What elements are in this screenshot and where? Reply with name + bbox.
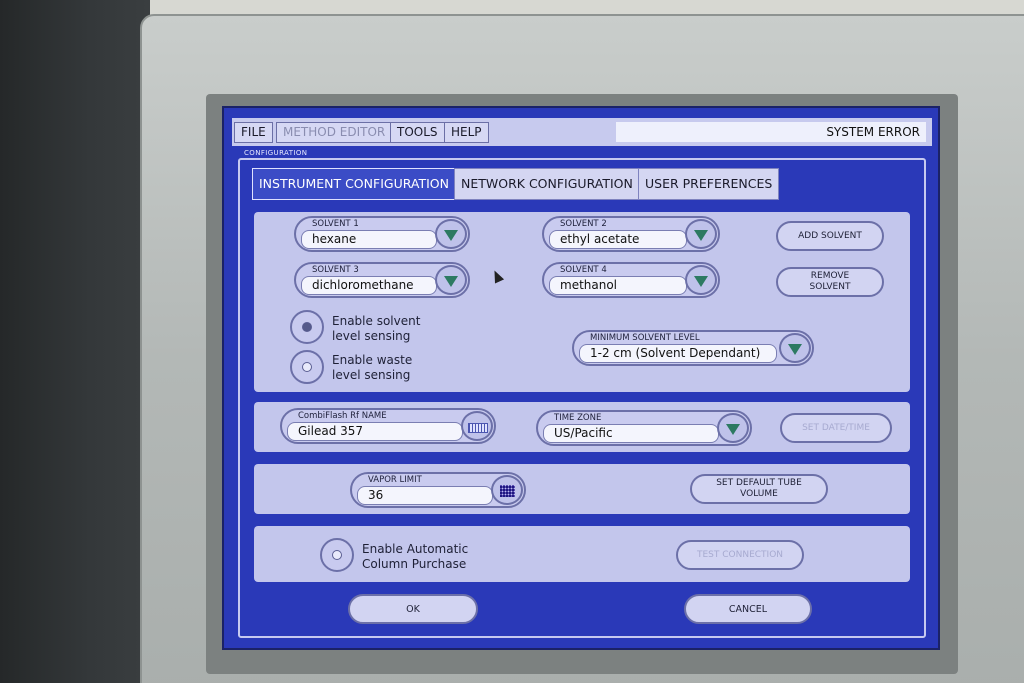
time-zone-dropdown[interactable]: TIME ZONE US/Pacific	[536, 410, 752, 446]
section-label: CONFIGURATION	[244, 149, 308, 157]
tab-user-preferences[interactable]: USER PREFERENCES	[638, 168, 780, 200]
chevron-down-icon	[726, 424, 740, 435]
chevron-down-icon	[694, 230, 708, 241]
solvent-4-dropdown[interactable]: SOLVENT 4 methanol	[542, 262, 720, 298]
solvent-2-arrow-button[interactable]	[685, 219, 717, 249]
solvent-4-value: methanol	[549, 276, 687, 295]
test-connection-button[interactable]: TEST CONNECTION	[676, 540, 804, 570]
time-zone-value: US/Pacific	[543, 424, 719, 443]
tab-instrument-configuration[interactable]: INSTRUMENT CONFIGURATION	[252, 168, 456, 200]
keyboard-icon	[468, 423, 488, 433]
time-zone-label: TIME ZONE	[554, 413, 602, 423]
solvent-sensing-radio[interactable]	[290, 310, 324, 344]
solvent-1-label: SOLVENT 1	[312, 219, 359, 229]
solvent-3-dropdown[interactable]: SOLVENT 3 dichloromethane	[294, 262, 470, 298]
remove-solvent-button[interactable]: REMOVE SOLVENT	[776, 267, 884, 297]
waste-sensing-label: Enable waste level sensing	[332, 353, 413, 382]
solvent-2-label: SOLVENT 2	[560, 219, 607, 229]
chevron-down-icon	[444, 276, 458, 287]
chevron-down-icon	[788, 344, 802, 355]
instrument-name-label: CombiFlash Rf NAME	[298, 411, 387, 421]
solvent-3-value: dichloromethane	[301, 276, 437, 295]
solvent-3-arrow-button[interactable]	[435, 265, 467, 295]
solvent-sensing-label: Enable solvent level sensing	[332, 314, 421, 343]
solvent-2-value: ethyl acetate	[549, 230, 687, 249]
min-solvent-level-label: MINIMUM SOLVENT LEVEL	[590, 333, 700, 343]
status-system-error: SYSTEM ERROR	[616, 122, 926, 142]
background-wall-left	[0, 0, 150, 683]
waste-sensing-radio[interactable]	[290, 350, 324, 384]
vapor-limit-field[interactable]: VAPOR LIMIT 36	[350, 472, 526, 508]
solvent-3-label: SOLVENT 3	[312, 265, 359, 275]
keyboard-button[interactable]	[461, 411, 493, 441]
vapor-limit-value: 36	[357, 486, 493, 505]
time-zone-arrow-button[interactable]	[717, 413, 749, 443]
solvent-4-label: SOLVENT 4	[560, 265, 607, 275]
min-solvent-level-arrow-button[interactable]	[779, 333, 811, 363]
menu-file[interactable]: FILE	[234, 122, 273, 143]
add-solvent-button[interactable]: ADD SOLVENT	[776, 221, 884, 251]
solvent-2-dropdown[interactable]: SOLVENT 2 ethyl acetate	[542, 216, 720, 252]
auto-column-purchase-label: Enable Automatic Column Purchase	[362, 542, 469, 571]
radio-unselected-dot	[332, 550, 342, 560]
min-solvent-level-value: 1-2 cm (Solvent Dependant)	[579, 344, 777, 363]
radio-selected-dot	[302, 322, 312, 332]
solvent-1-dropdown[interactable]: SOLVENT 1 hexane	[294, 216, 470, 252]
chevron-down-icon	[694, 276, 708, 287]
vapor-limit-label: VAPOR LIMIT	[368, 475, 422, 485]
keypad-button[interactable]	[491, 475, 523, 505]
instrument-name-value: Gilead 357	[287, 422, 463, 441]
solvent-1-arrow-button[interactable]	[435, 219, 467, 249]
menu-method-editor[interactable]: METHOD EDITOR	[276, 122, 393, 143]
menu-help[interactable]: HELP	[444, 122, 489, 143]
tab-network-configuration[interactable]: NETWORK CONFIGURATION	[454, 168, 640, 200]
instrument-name-field[interactable]: CombiFlash Rf NAME Gilead 357	[280, 408, 496, 444]
set-date-time-button[interactable]: SET DATE/TIME	[780, 413, 892, 443]
cancel-button[interactable]: CANCEL	[684, 594, 812, 624]
menu-bar: FILE METHOD EDITOR TOOLS HELP SYSTEM ERR…	[232, 118, 932, 146]
ok-button[interactable]: OK	[348, 594, 478, 624]
solvent-4-arrow-button[interactable]	[685, 265, 717, 295]
solvent-1-value: hexane	[301, 230, 437, 249]
touch-screen: FILE METHOD EDITOR TOOLS HELP SYSTEM ERR…	[222, 106, 940, 650]
radio-unselected-dot	[302, 362, 312, 372]
set-default-tube-volume-button[interactable]: SET DEFAULT TUBE VOLUME	[690, 474, 828, 504]
keypad-icon	[500, 485, 515, 497]
chevron-down-icon	[444, 230, 458, 241]
menu-tools[interactable]: TOOLS	[390, 122, 445, 143]
min-solvent-level-dropdown[interactable]: MINIMUM SOLVENT LEVEL 1-2 cm (Solvent De…	[572, 330, 814, 366]
auto-column-purchase-radio[interactable]	[320, 538, 354, 572]
